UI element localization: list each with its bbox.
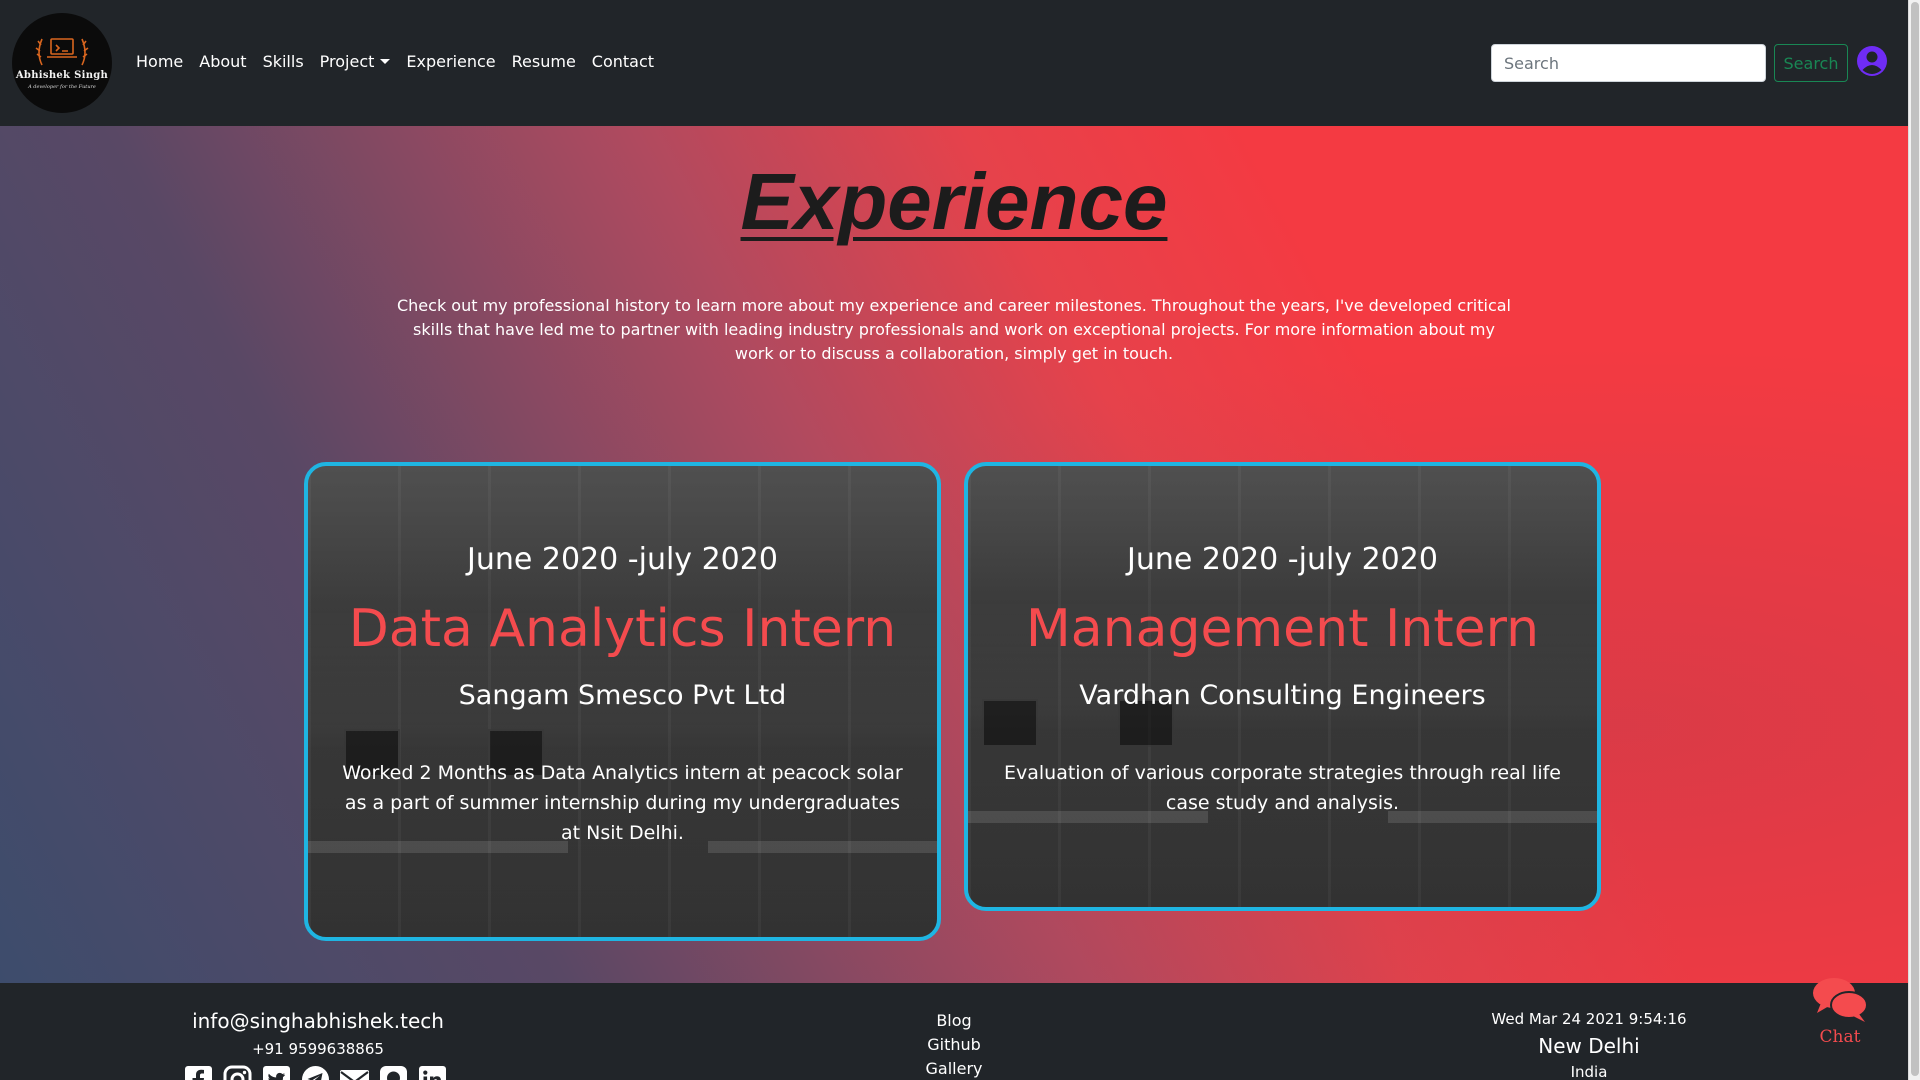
telegram-icon[interactable] [301, 1065, 330, 1080]
page-scrollbar[interactable] [1908, 0, 1920, 1080]
brand-name: Abhishek Singh [15, 70, 109, 81]
footer-city: New Delhi [1538, 1034, 1640, 1058]
chat-widget[interactable]: Chat [1805, 975, 1875, 1047]
card-description: Worked 2 Months as Data Analytics intern… [342, 762, 903, 844]
brand-logo[interactable]: Abhishek Singh A developer for the Futur… [12, 13, 112, 113]
user-circle-icon[interactable] [1856, 45, 1888, 77]
nav-skills[interactable]: Skills [263, 52, 304, 72]
laurel-laptop-icon [35, 38, 89, 66]
footer: info@singhabhishek.tech +91 9599638865 B… [0, 983, 1908, 1080]
card-description: Evaluation of various corporate strategi… [1003, 762, 1561, 814]
brand-tagline: A developer for the Future [28, 84, 96, 90]
page-title: Experience [740, 157, 1168, 246]
nav-menu: Home About Skills Project Experience Res… [136, 52, 670, 72]
social-icons [184, 1065, 447, 1080]
card-company: Vardhan Consulting Engineers [1079, 680, 1486, 711]
card-company: Sangam Smesco Pvt Ltd [458, 680, 787, 711]
nav-project-dropdown[interactable]: Project [320, 52, 391, 72]
search-button[interactable]: Search [1774, 44, 1848, 82]
footer-country: India [1570, 1063, 1608, 1080]
nav-home[interactable]: Home [136, 52, 183, 72]
nav-about[interactable]: About [199, 52, 246, 72]
search-input[interactable] [1491, 44, 1766, 82]
scrollbar-thumb[interactable] [1911, 2, 1919, 1076]
footer-link-github[interactable]: Github [840, 1033, 1068, 1057]
footer-datetime: Wed Mar 24 2021 9:54:16 [1491, 1010, 1687, 1028]
navbar: Abhishek Singh A developer for the Futur… [0, 0, 1908, 126]
card-role: Data Analytics Intern [348, 599, 897, 659]
nav-contact[interactable]: Contact [592, 52, 654, 72]
footer-link-blog[interactable]: Blog [840, 1009, 1068, 1033]
card-date: June 2020 -july 2020 [467, 542, 778, 577]
nav-resume[interactable]: Resume [512, 52, 576, 72]
experience-card: June 2020 -july 2020 Management Intern V… [964, 462, 1601, 911]
facebook-icon[interactable] [184, 1065, 213, 1080]
chat-label: Chat [1819, 1027, 1861, 1047]
nav-experience[interactable]: Experience [406, 52, 495, 72]
footer-email[interactable]: info@singhabhishek.tech [0, 1009, 636, 1033]
github-icon[interactable] [379, 1065, 408, 1080]
instagram-icon[interactable] [223, 1065, 252, 1080]
card-date: June 2020 -july 2020 [1127, 542, 1438, 577]
experience-section: Experience Check out my professional his… [0, 126, 1908, 983]
footer-links: Blog Github Gallery [840, 1009, 1068, 1080]
footer-link-gallery[interactable]: Gallery [840, 1057, 1068, 1080]
twitter-icon[interactable] [262, 1065, 291, 1080]
experience-card: June 2020 -july 2020 Data Analytics Inte… [304, 462, 941, 941]
email-icon[interactable] [340, 1065, 369, 1080]
card-role: Management Intern [1025, 599, 1540, 659]
intro-text: Check out my professional history to lea… [396, 296, 1511, 363]
footer-phone[interactable]: +91 9599638865 [0, 1040, 636, 1058]
linkedin-icon[interactable] [418, 1065, 447, 1080]
